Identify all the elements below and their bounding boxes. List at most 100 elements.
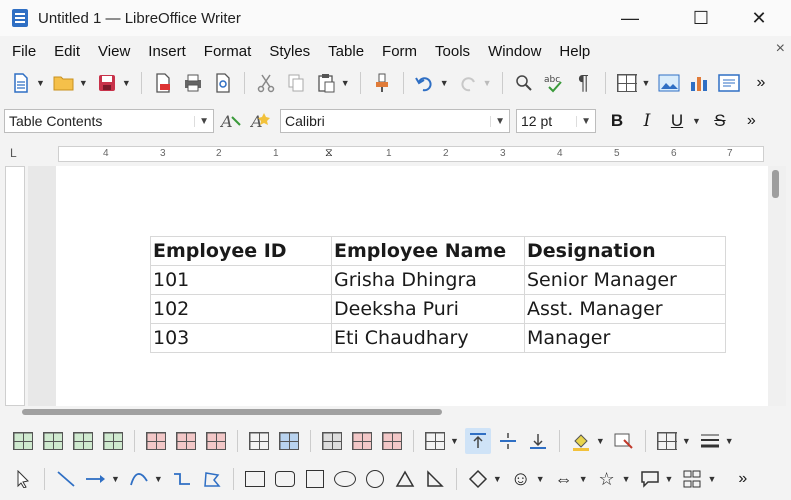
paste-dropdown-arrow[interactable]: ▼: [341, 78, 350, 88]
spelling-button[interactable]: abc: [541, 70, 567, 96]
open-button[interactable]: [51, 70, 77, 96]
copy-button[interactable]: [283, 70, 309, 96]
lines-dropdown-arrow[interactable]: ▼: [111, 474, 120, 484]
basic-shapes-dropdown-arrow[interactable]: ▼: [493, 474, 502, 484]
table-cell[interactable]: Eti Chaudhary: [331, 323, 525, 353]
redo-button[interactable]: [455, 70, 481, 96]
toolbar-overflow-button[interactable]: »: [756, 74, 765, 92]
vertical-scroll-thumb[interactable]: [772, 170, 779, 198]
rounded-rectangle-button[interactable]: [272, 466, 298, 492]
arrow-line-button[interactable]: [83, 466, 109, 492]
insert-rows-above-button[interactable]: [10, 428, 36, 454]
underline-dropdown-arrow[interactable]: ▼: [692, 116, 701, 126]
table-header-cell[interactable]: Employee Name: [331, 236, 525, 266]
table-cell[interactable]: 102: [150, 294, 332, 324]
insert-columns-before-button[interactable]: [70, 428, 96, 454]
undo-button[interactable]: [412, 70, 438, 96]
menu-window[interactable]: Window: [479, 43, 550, 60]
block-arrows-dropdown-arrow[interactable]: ▼: [579, 474, 588, 484]
select-button[interactable]: [10, 466, 36, 492]
maximize-button[interactable]: ☐: [678, 0, 724, 36]
minimize-button[interactable]: —: [607, 0, 653, 36]
vertical-scrollbar[interactable]: [768, 166, 786, 406]
optimize-dropdown-arrow[interactable]: ▼: [450, 436, 459, 446]
underline-button[interactable]: U: [664, 108, 690, 134]
menu-help[interactable]: Help: [550, 43, 599, 60]
split-cells-button[interactable]: [349, 428, 375, 454]
triangle-button[interactable]: [392, 466, 418, 492]
horizontal-scroll-thumb[interactable]: [22, 409, 442, 415]
insert-chart-button[interactable]: [686, 70, 712, 96]
new-document-button[interactable]: [8, 70, 34, 96]
table-cell[interactable]: Deeksha Puri: [331, 294, 525, 324]
export-pdf-button[interactable]: [150, 70, 176, 96]
italic-button[interactable]: I: [634, 108, 660, 134]
background-dropdown-arrow[interactable]: ▼: [596, 436, 605, 446]
curve-button[interactable]: [126, 466, 152, 492]
flowchart-dropdown-arrow[interactable]: ▼: [707, 474, 716, 484]
menu-view[interactable]: View: [89, 43, 139, 60]
new-dropdown-arrow[interactable]: ▼: [36, 78, 45, 88]
delete-columns-button[interactable]: [173, 428, 199, 454]
menu-edit[interactable]: Edit: [45, 43, 89, 60]
menu-file[interactable]: File: [0, 43, 45, 60]
borders-dropdown-arrow[interactable]: ▼: [682, 436, 691, 446]
open-dropdown-arrow[interactable]: ▼: [79, 78, 88, 88]
insert-table-button[interactable]: [614, 70, 640, 96]
indent-marker[interactable]: ⧖: [325, 147, 333, 160]
font-name-combo[interactable]: Calibri ▼: [280, 109, 510, 133]
table-header-cell[interactable]: Employee ID: [150, 236, 332, 266]
new-style-button[interactable]: A: [248, 108, 274, 134]
table-header-cell[interactable]: Designation: [524, 236, 726, 266]
menu-format[interactable]: Format: [195, 43, 261, 60]
toolbar-overflow-button[interactable]: »: [738, 470, 747, 488]
select-cell-button[interactable]: [246, 428, 272, 454]
menu-styles[interactable]: Styles: [260, 43, 319, 60]
print-button[interactable]: [180, 70, 206, 96]
basic-shapes-button[interactable]: [465, 466, 491, 492]
save-button[interactable]: [94, 70, 120, 96]
insert-columns-after-button[interactable]: [100, 428, 126, 454]
merge-cells-button[interactable]: [319, 428, 345, 454]
connector-button[interactable]: [169, 466, 195, 492]
table-cell[interactable]: Grisha Dhingra: [331, 265, 525, 295]
table-cell-background-button[interactable]: [568, 428, 594, 454]
block-arrows-button[interactable]: ⇔: [551, 466, 577, 492]
menu-tools[interactable]: Tools: [426, 43, 479, 60]
update-style-button[interactable]: A: [218, 108, 244, 134]
align-bottom-button[interactable]: [525, 428, 551, 454]
paragraph-style-combo[interactable]: Table Contents ▼: [4, 109, 214, 133]
menu-insert[interactable]: Insert: [139, 43, 195, 60]
flowchart-button[interactable]: [679, 466, 705, 492]
font-size-combo[interactable]: 12 pt ▼: [516, 109, 596, 133]
redo-dropdown-arrow[interactable]: ▼: [483, 78, 492, 88]
optimize-size-button[interactable]: [422, 428, 448, 454]
callouts-dropdown-arrow[interactable]: ▼: [665, 474, 674, 484]
border-style-button[interactable]: [697, 428, 723, 454]
close-document-button[interactable]: ×: [776, 40, 785, 58]
horizontal-ruler[interactable]: 4 3 2 1 ⧖ 1 2 3 4 5 6 7: [58, 146, 764, 162]
menu-form[interactable]: Form: [373, 43, 426, 60]
bold-button[interactable]: B: [604, 108, 630, 134]
ellipse-button[interactable]: [332, 466, 358, 492]
insert-textbox-button[interactable]: [716, 70, 742, 96]
table-cell[interactable]: 101: [150, 265, 332, 295]
clone-formatting-button[interactable]: [369, 70, 395, 96]
right-triangle-button[interactable]: [422, 466, 448, 492]
stars-dropdown-arrow[interactable]: ▼: [622, 474, 631, 484]
borders-button[interactable]: [654, 428, 680, 454]
insert-rows-below-button[interactable]: [40, 428, 66, 454]
close-button[interactable]: ✕: [736, 0, 782, 36]
autoformat-button[interactable]: [611, 428, 637, 454]
insert-image-button[interactable]: [656, 70, 682, 96]
employee-table[interactable]: Employee ID Employee Name Designation 10…: [150, 236, 726, 353]
rectangle-button[interactable]: [242, 466, 268, 492]
table-cell[interactable]: 103: [150, 323, 332, 353]
cut-button[interactable]: [253, 70, 279, 96]
find-replace-button[interactable]: [511, 70, 537, 96]
symbol-shapes-button[interactable]: ☺: [508, 466, 534, 492]
line-button[interactable]: [53, 466, 79, 492]
stars-button[interactable]: ☆: [594, 466, 620, 492]
curve-dropdown-arrow[interactable]: ▼: [154, 474, 163, 484]
tab-stop-selector[interactable]: L: [10, 146, 17, 160]
